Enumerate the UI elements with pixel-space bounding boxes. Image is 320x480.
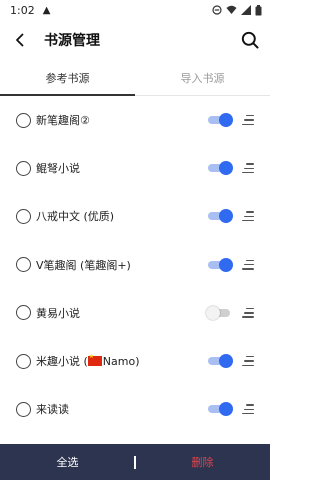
china-flag-icon [87, 353, 102, 367]
delete-button[interactable]: 删除 [135, 444, 270, 480]
list-item[interactable]: 鲲弩小说 [0, 144, 270, 192]
back-button[interactable] [0, 20, 40, 60]
search-button[interactable] [236, 26, 264, 54]
drag-handle-icon[interactable] [242, 211, 254, 222]
page-title: 书源管理 [44, 33, 100, 49]
drag-handle-icon[interactable] [242, 259, 254, 270]
list-item[interactable]: 新笔趣阁② [0, 96, 270, 144]
enable-toggle[interactable] [206, 209, 234, 224]
status-indicators [212, 4, 262, 16]
source-name: 来读读 [36, 403, 69, 417]
list-item[interactable]: V笔趣阁 (笔趣阁+) [0, 241, 270, 289]
select-all-button[interactable]: 全选 [0, 444, 135, 480]
enable-toggle[interactable] [206, 402, 234, 417]
status-bar: 1:02 ▲ [0, 0, 270, 20]
select-radio[interactable] [16, 401, 31, 417]
list-item[interactable]: 黄易小说 [0, 289, 270, 337]
source-name-prefix: 米趣小说 ( [36, 355, 88, 369]
drag-handle-icon[interactable] [242, 356, 254, 367]
drag-handle-icon[interactable] [242, 115, 254, 126]
tab-reference-sources[interactable]: 参考书源 [0, 60, 135, 96]
enable-toggle[interactable] [206, 354, 234, 369]
wifi-icon [226, 5, 237, 14]
enable-toggle[interactable] [206, 161, 234, 176]
select-radio[interactable] [16, 160, 31, 176]
drag-handle-icon[interactable] [242, 404, 254, 415]
list-item[interactable]: 来读读 [0, 385, 270, 433]
source-name: 八戒中文 (优质) [36, 210, 115, 224]
list-item[interactable]: 八戒中文 (优质) [0, 192, 270, 240]
source-name: 鲲弩小说 [36, 162, 80, 176]
enable-toggle[interactable] [206, 113, 234, 128]
select-radio[interactable] [16, 257, 31, 273]
enable-toggle[interactable] [206, 257, 234, 272]
source-tabs: 参考书源 导入书源 [0, 60, 270, 96]
do-not-disturb-icon [212, 5, 222, 15]
cell-signal-icon [241, 5, 251, 15]
warning-triangle-icon: ▲ [42, 4, 51, 16]
source-name: V笔趣阁 (笔趣阁+) [36, 258, 131, 272]
status-time: 1:02 [10, 3, 35, 17]
select-radio[interactable] [16, 353, 31, 369]
drag-handle-icon[interactable] [242, 163, 254, 174]
source-name: 米趣小说 ( Namo) [36, 353, 140, 369]
bottom-action-bar: 全选 删除 [0, 444, 270, 480]
tab-import-sources[interactable]: 导入书源 [135, 60, 270, 95]
search-icon [241, 31, 259, 49]
select-radio[interactable] [16, 208, 31, 224]
source-name-suffix: Namo) [102, 355, 140, 369]
select-radio[interactable] [16, 305, 31, 321]
arrow-back-icon [16, 33, 24, 47]
source-name: 黄易小说 [36, 306, 80, 320]
source-name: 新笔趣阁② [36, 114, 90, 128]
app-bar: 书源管理 [0, 20, 270, 60]
list-item[interactable]: 米趣小说 ( Namo) [0, 337, 270, 385]
enable-toggle[interactable] [206, 305, 234, 320]
source-list: 新笔趣阁② 鲲弩小说 八戒中文 (优质) V笔趣阁 (笔趣阁+) 黄易小说 米趣… [0, 96, 270, 433]
battery-icon [255, 4, 262, 15]
select-radio[interactable] [16, 112, 31, 128]
drag-handle-icon[interactable] [242, 307, 254, 318]
